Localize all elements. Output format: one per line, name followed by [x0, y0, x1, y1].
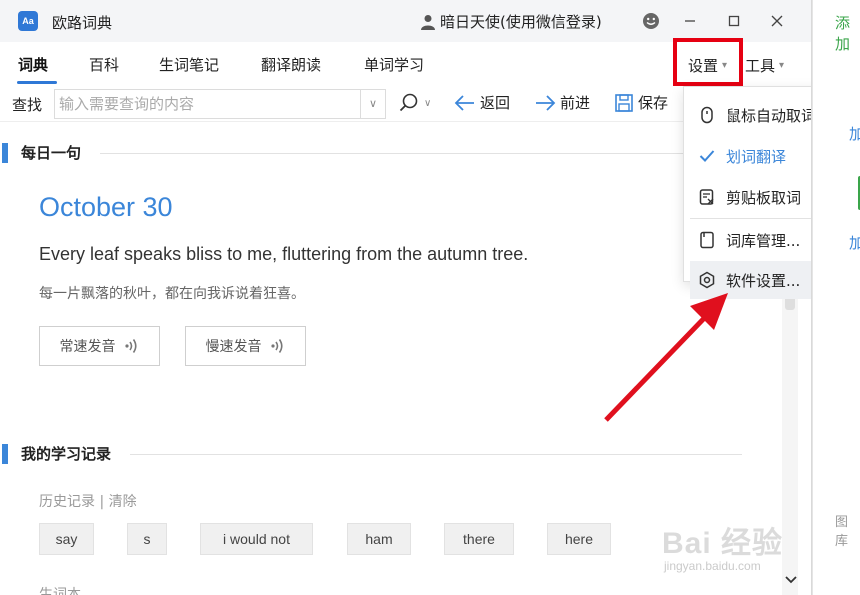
tab-word-study[interactable]: 单词学习 — [364, 54, 424, 75]
title-bar: Aa 欧路词典 暗日天使(使用微信登录) — [0, 0, 811, 42]
settings-highlight-box — [673, 38, 743, 86]
notebook-label: 生词本 — [39, 587, 81, 595]
watermark-text: Bai 经验 — [662, 527, 784, 560]
side-add-fragment: 加 — [849, 232, 860, 253]
minimize-icon[interactable] — [679, 10, 701, 32]
chevron-down-icon: ∨ — [368, 97, 378, 110]
menu-item-label: 划词翻译 — [726, 147, 787, 166]
gear-icon — [699, 271, 715, 289]
menu-item-label: 鼠标自动取词 — [726, 106, 812, 125]
menu-item-mouse-capture[interactable]: 鼠标自动取词 — [690, 97, 812, 133]
slow-speed-label: 慢速发音 — [205, 339, 262, 355]
menu-item-library-manage[interactable]: 词库管理... — [690, 222, 811, 258]
maximize-icon[interactable] — [723, 10, 745, 32]
menu-separator — [690, 218, 811, 219]
normal-speed-label: 常速发音 — [59, 339, 116, 355]
study-record-title: 我的学习记录 — [21, 443, 122, 464]
sound-wave-icon — [270, 339, 283, 353]
app-title: 欧路词典 — [52, 14, 113, 32]
daily-sentence-chinese: 每一片飘落的秋叶，都在向我诉说着狂喜。 — [39, 286, 305, 302]
daily-sentence-title: 每日一句 — [21, 142, 92, 163]
tab-dictionary[interactable]: 词典 — [18, 54, 48, 75]
chevron-down-icon: ∨ — [424, 97, 432, 109]
save-button[interactable]: 保存 — [614, 92, 668, 113]
daily-sentence-english: Every leaf speaks bliss to me, flutterin… — [39, 244, 529, 264]
menu-item-clipboard-capture[interactable]: 剪贴板取词 — [690, 179, 811, 215]
section-divider — [100, 153, 742, 154]
baidu-watermark: Bai 经验 jingyan.baidu.com — [660, 502, 860, 592]
history-word-chip[interactable]: say — [39, 523, 94, 555]
arrow-right-icon — [536, 94, 556, 111]
user-label: 暗日天使(使用微信登录) — [440, 13, 602, 31]
search-button[interactable]: ∨ — [398, 92, 431, 114]
normal-speed-play-button[interactable]: 常速发音 — [39, 326, 160, 366]
section-divider — [130, 454, 742, 455]
menu-item-label: 词库管理... — [726, 231, 801, 250]
watermark-url: jingyan.baidu.com — [664, 559, 761, 573]
menu-item-label: 剪贴板取词 — [726, 188, 802, 207]
history-clear-link[interactable]: 历史记录 | 清除 — [39, 491, 137, 511]
tools-menu-button[interactable]: 工具 ▾ — [745, 55, 784, 76]
search-icon — [399, 93, 418, 112]
menu-item-label: 软件设置... — [726, 271, 801, 290]
search-input[interactable] — [54, 89, 360, 119]
back-label: 返回 — [480, 94, 511, 112]
history-word-chip[interactable]: here — [547, 523, 611, 555]
history-word-chip[interactable]: there — [444, 523, 514, 555]
search-label: 查找 — [12, 96, 43, 114]
back-button[interactable]: 返回 — [454, 92, 510, 113]
history-word-chip[interactable]: ham — [347, 523, 411, 555]
arrow-left-icon — [454, 94, 474, 111]
daily-sentence-header: 每日一句 — [0, 141, 742, 165]
tab-translate-read[interactable]: 翻译朗读 — [261, 54, 321, 75]
active-tab-indicator — [17, 81, 57, 84]
forward-label: 前进 — [560, 94, 591, 112]
side-add-fragment: 加 — [849, 123, 860, 144]
save-icon — [615, 93, 633, 112]
library-icon — [700, 231, 714, 249]
side-add-link[interactable]: 添加 — [835, 12, 860, 54]
history-word-chip[interactable]: i would not — [200, 523, 313, 555]
close-icon[interactable] — [766, 10, 788, 32]
menu-item-software-settings[interactable]: 软件设置... — [690, 261, 811, 299]
history-word-chip[interactable]: s — [127, 523, 167, 555]
tools-menu-label: 工具 — [745, 57, 776, 75]
sound-wave-icon — [124, 339, 137, 353]
chevron-down-icon: ▾ — [779, 60, 785, 71]
app-logo-icon: Aa — [18, 11, 38, 31]
settings-dropdown-menu: 鼠标自动取词 划词翻译 剪贴板取词 词库管理... 软件设置... — [683, 86, 812, 299]
mouse-icon — [701, 106, 713, 124]
search-history-dropdown[interactable]: ∨ — [360, 89, 386, 119]
clipboard-icon — [699, 189, 714, 205]
section-marker — [2, 143, 8, 163]
daily-date: October 30 — [39, 192, 173, 222]
user-account[interactable]: 暗日天使(使用微信登录) — [420, 11, 602, 32]
section-marker — [2, 444, 8, 464]
tab-encyclopedia[interactable]: 百科 — [89, 54, 119, 75]
smiley-icon[interactable] — [640, 10, 662, 32]
tab-word-notes[interactable]: 生词笔记 — [159, 54, 219, 75]
study-record-header: 我的学习记录 — [0, 442, 742, 466]
user-icon — [421, 14, 435, 30]
forward-button[interactable]: 前进 — [534, 92, 590, 113]
menu-item-selection-translate[interactable]: 划词翻译 — [690, 138, 811, 174]
slow-speed-play-button[interactable]: 慢速发音 — [185, 326, 306, 366]
save-label: 保存 — [638, 94, 669, 112]
check-icon — [699, 150, 715, 162]
